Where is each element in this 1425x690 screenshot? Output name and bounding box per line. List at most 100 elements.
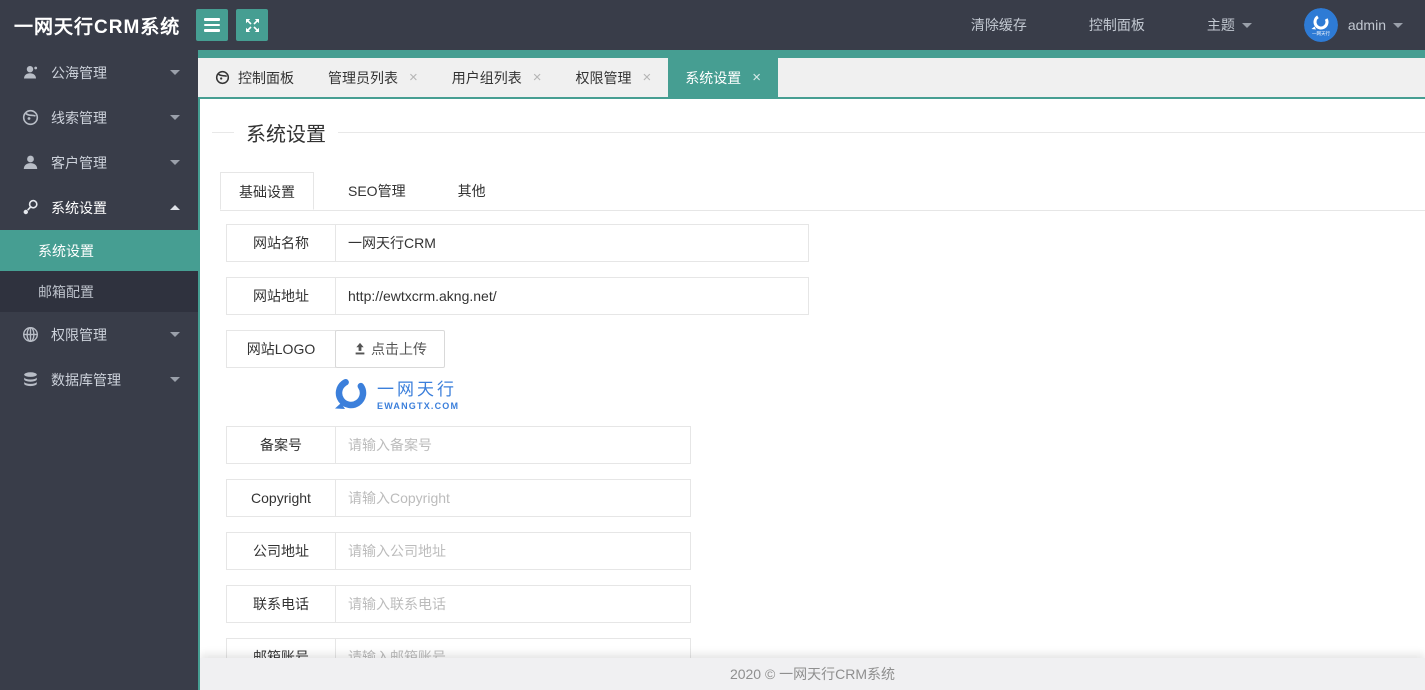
sidebar-subitem-email-config[interactable]: 邮箱配置 [0,271,198,312]
chevron-down-icon [1241,22,1252,28]
chevron-up-icon [170,205,180,210]
chevron-down-icon [1393,22,1403,28]
site-url-label: 网站地址 [226,277,336,315]
upload-button-label: 点击上传 [371,341,427,357]
icp-input[interactable] [335,426,691,464]
chevron-down-icon [170,160,180,165]
form-row-address: 公司地址 [226,532,1425,570]
form-row-icp: 备案号 [226,426,1425,464]
sidebar-item-label: 线索管理 [51,109,107,126]
form-row-copyright: Copyright [226,479,1425,517]
sidebar-item-permissions[interactable]: 权限管理 [0,312,198,357]
sidebar-subitem-label: 系统设置 [38,242,94,259]
sidebar-item-label: 数据库管理 [51,371,121,388]
page-title-block: 系统设置 [212,118,1425,147]
footer-text: 2020 © 一网天行CRM系统 [729,666,896,682]
main-panel: 系统设置 基础设置 SEO管理 其他 网站名称 网站地址 网站LOGO [198,99,1425,690]
page-title: 系统设置 [246,124,326,146]
globe-icon [215,70,230,85]
sidebar: 公海管理 线索管理 客户管理 系统设置 系统设置 邮箱配置 权限管理 数据库管理 [0,50,198,690]
open-tabs-bar: 控制面板 管理员列表 × 用户组列表 × 权限管理 × 系统设置 × [198,58,1425,99]
sidebar-item-label: 权限管理 [51,326,107,343]
divider [212,132,234,133]
copyright-label: Copyright [226,479,336,517]
app-title: 一网天行CRM系统 [14,16,181,38]
site-name-input[interactable] [335,224,809,262]
form-row-site-url: 网站地址 [226,277,1425,315]
user-icon [22,64,39,81]
tab-label: 管理员列表 [328,69,398,86]
hamburger-icon [204,18,221,32]
tab-system-settings[interactable]: 系统设置 × [668,58,779,97]
globe-icon [22,109,39,126]
tab-other[interactable]: 其他 [440,172,504,210]
tab-control-panel[interactable]: 控制面板 [198,58,311,97]
sidebar-subitem-system-settings[interactable]: 系统设置 [0,230,198,271]
app-window: 一网天行CRM系统 清除缓存 控制面板 主题 一网天行 admin 公海管理 线… [0,0,1425,690]
address-label: 公司地址 [226,532,336,570]
chevron-down-icon [170,332,180,337]
theme-dropdown-label: 主题 [1206,17,1235,33]
person-icon [22,154,39,171]
tab-label: 控制面板 [238,69,294,86]
app-header: 一网天行CRM系统 清除缓存 控制面板 主题 一网天行 admin [0,0,1425,50]
chevron-down-icon [170,70,180,75]
globe-grid-icon [22,326,39,343]
content-area: 控制面板 管理员列表 × 用户组列表 × 权限管理 × 系统设置 × 系统设置 … [198,50,1425,690]
tab-permissions[interactable]: 权限管理 × [559,58,669,97]
menu-toggle-button[interactable] [196,9,229,41]
icp-label: 备案号 [226,426,336,464]
chevron-down-icon [170,377,180,382]
tab-label: 权限管理 [575,69,632,86]
upload-button[interactable]: 点击上传 [335,330,445,368]
theme-dropdown[interactable]: 主题 [1207,15,1252,35]
fullscreen-button[interactable] [236,9,269,41]
site-logo-label: 网站LOGO [226,330,336,368]
chevron-down-icon [170,115,180,120]
tab-basic-settings[interactable]: 基础设置 [220,172,314,210]
site-name-label: 网站名称 [226,224,336,262]
close-icon[interactable]: × [752,70,761,85]
tab-user-group-list[interactable]: 用户组列表 × [435,58,559,97]
site-url-input[interactable] [335,277,809,315]
fullscreen-icon [245,18,259,32]
sidebar-item-label: 公海管理 [51,64,107,81]
footer: 2020 © 一网天行CRM系统 [200,658,1425,690]
sidebar-item-public-pool[interactable]: 公海管理 [0,50,198,95]
sidebar-item-leads[interactable]: 线索管理 [0,95,198,140]
settings-form: 网站名称 网站地址 网站LOGO 点击上传 [226,224,1425,676]
settings-tab-group: 基础设置 SEO管理 其他 [220,172,1425,211]
sidebar-item-system-settings[interactable]: 系统设置 [0,185,198,230]
phone-input[interactable] [335,585,691,623]
sidebar-item-label: 系统设置 [51,199,107,216]
address-input[interactable] [335,532,691,570]
tab-label: 系统设置 [685,69,742,86]
sidebar-item-customers[interactable]: 客户管理 [0,140,198,185]
avatar: 一网天行 [1303,8,1338,42]
close-icon[interactable]: × [643,70,652,85]
copyright-input[interactable] [335,479,691,517]
avatar-logo-text: 一网天行 [1312,30,1330,37]
user-menu[interactable]: 一网天行 admin [1303,8,1403,42]
logo-text-block: 一网天行 EWANGTX.COM [377,375,459,411]
close-icon[interactable]: × [533,70,542,85]
phone-label: 联系电话 [226,585,336,623]
site-logo-image: 一网天行 EWANGTX.COM [332,374,1425,412]
close-icon[interactable]: × [409,70,418,85]
form-row-phone: 联系电话 [226,585,1425,623]
logo-bird-icon [335,377,367,409]
divider [338,132,1425,133]
tab-admin-list[interactable]: 管理员列表 × [311,58,435,97]
accent-strip [198,50,1425,58]
logo-name-text: 一网天行 [377,380,457,399]
control-panel-link[interactable]: 控制面板 [1089,15,1145,35]
sidebar-item-database[interactable]: 数据库管理 [0,357,198,402]
sidebar-item-label: 客户管理 [51,154,107,171]
clear-cache-link[interactable]: 清除缓存 [971,15,1027,35]
database-icon [22,371,39,388]
share-nodes-icon [22,199,39,216]
username-label: admin [1347,17,1386,33]
sidebar-subitem-label: 邮箱配置 [38,283,94,300]
header-actions: 清除缓存 控制面板 主题 一网天行 admin [909,8,1425,42]
tab-seo-management[interactable]: SEO管理 [330,172,424,210]
